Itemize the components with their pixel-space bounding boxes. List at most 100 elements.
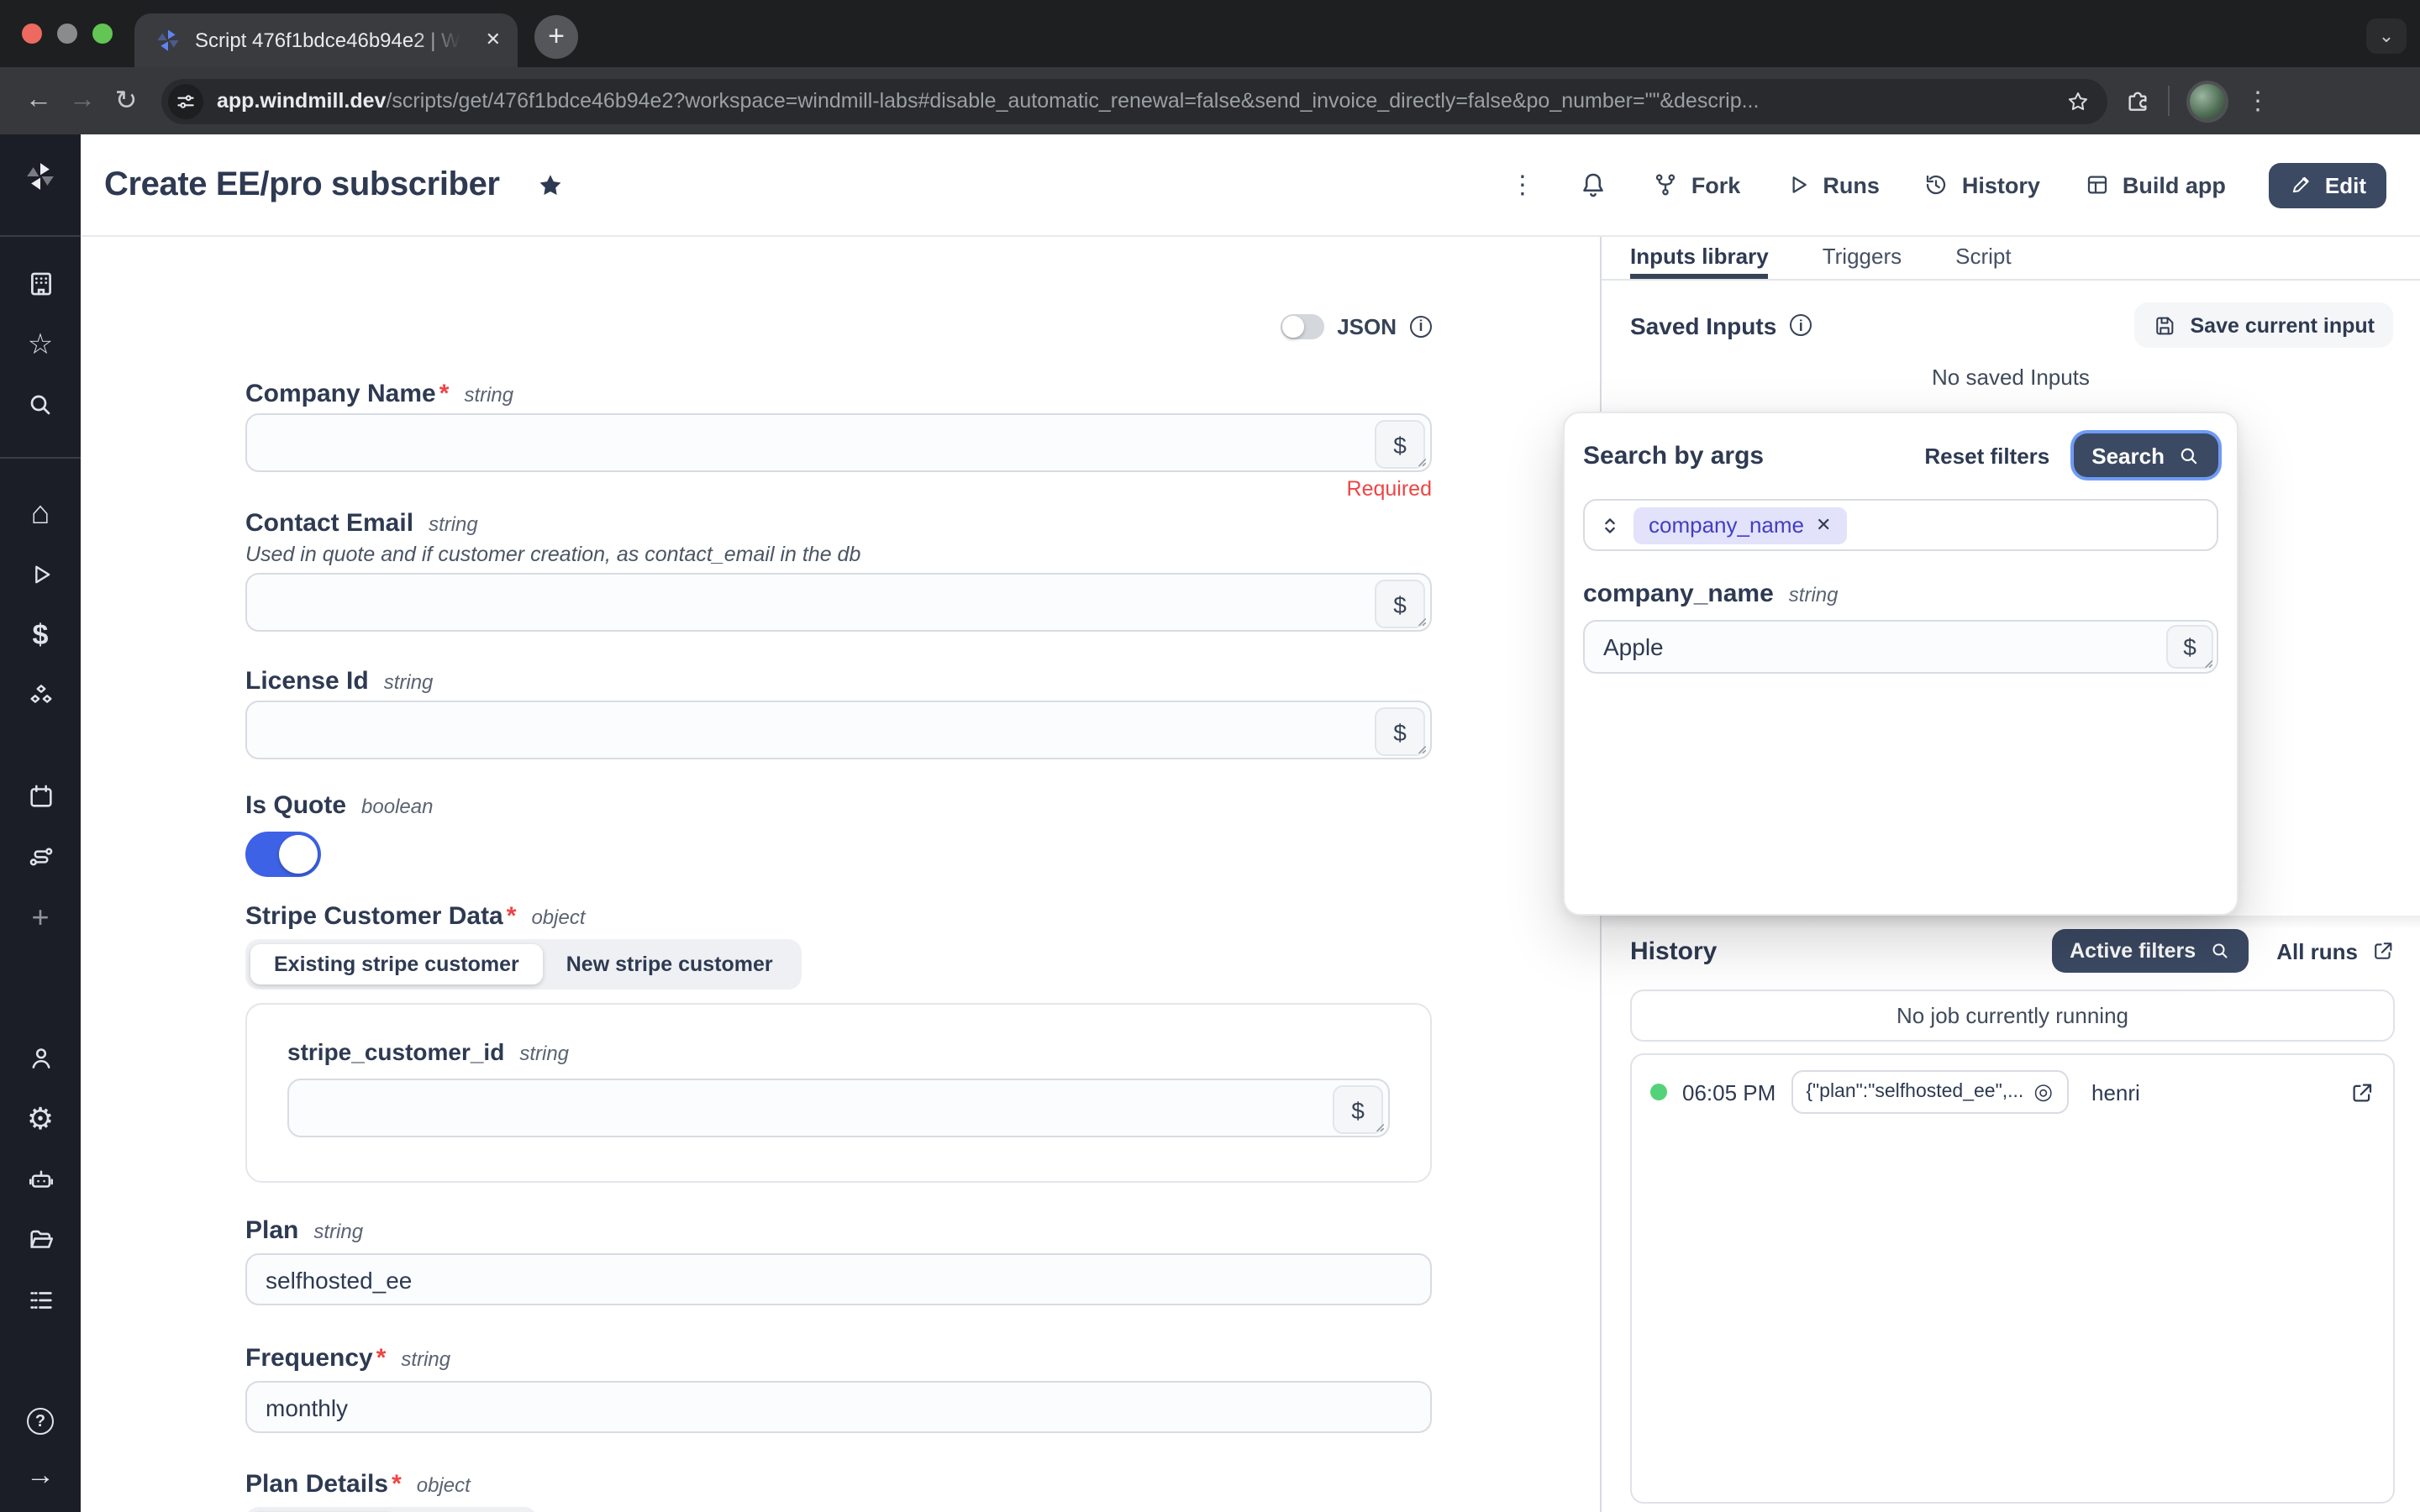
- windmill-logo-icon[interactable]: [0, 160, 81, 193]
- tab-script[interactable]: Script: [1955, 237, 2011, 279]
- open-run-external-icon[interactable]: [2349, 1079, 2375, 1105]
- json-toggle[interactable]: [1280, 313, 1323, 339]
- script-header: Create EE/pro subscriber ⋮ Fork Runs His…: [81, 134, 2420, 237]
- sidebar-item-create-plus-icon[interactable]: +: [0, 902, 81, 932]
- sidebar-item-user-icon[interactable]: [0, 1044, 81, 1073]
- sidebar-divider: [0, 457, 81, 459]
- favorite-star-icon[interactable]: [537, 171, 566, 199]
- license-id-input[interactable]: [247, 702, 1430, 758]
- sidebar-item-settings-gear-icon[interactable]: ⚙: [0, 1104, 81, 1134]
- fullscreen-window-button[interactable]: [92, 24, 113, 44]
- field-label: Frequency: [245, 1344, 373, 1373]
- sidebar-item-billing-dollar-icon[interactable]: $: [0, 621, 81, 649]
- tab-triggers[interactable]: Triggers: [1823, 237, 1902, 279]
- filter-chip-company-name[interactable]: company_name ✕: [1634, 507, 1846, 543]
- history-button[interactable]: History: [1923, 171, 2040, 198]
- sidebar-collapse-arrow-icon[interactable]: →: [0, 1461, 81, 1489]
- field-label-row: Company Name* string: [245, 380, 1432, 413]
- address-bar[interactable]: app.windmill.dev/scripts/get/476f1bdce46…: [161, 78, 2107, 123]
- args-filter-combobox[interactable]: company_name ✕: [1583, 499, 2218, 551]
- run-args-preview[interactable]: {"plan":"selfhosted_ee",... ◎: [1791, 1070, 2068, 1114]
- save-current-input-button[interactable]: Save current input: [2135, 302, 2394, 348]
- sidebar-item-runs-play-icon[interactable]: [0, 560, 81, 589]
- sidebar-item-resources-cubes-icon[interactable]: [0, 681, 81, 710]
- forward-button[interactable]: →: [60, 86, 104, 116]
- more-options-icon[interactable]: ⋮: [1510, 170, 1535, 200]
- browser-tab[interactable]: Script 476f1bdce46b94e2 | W ✕: [134, 13, 518, 67]
- history-section: History Active filters All runs No job c…: [1602, 916, 2420, 1512]
- build-app-button[interactable]: Build app: [2084, 171, 2226, 198]
- field-label-row: Is Quote boolean: [245, 791, 1432, 825]
- info-icon[interactable]: i: [1790, 314, 1812, 336]
- sidebar-item-workspace-icon[interactable]: [0, 270, 81, 298]
- license-id-input-wrap: $: [245, 701, 1432, 759]
- run-row[interactable]: 06:05 PM {"plan":"selfhosted_ee",... ◎ h…: [1650, 1070, 2375, 1114]
- url-text[interactable]: app.windmill.dev/scripts/get/476f1bdce46…: [217, 89, 2052, 113]
- sidebar-item-home-icon[interactable]: ⌂: [0, 498, 81, 530]
- url-host: app.windmill.dev: [217, 89, 386, 113]
- new-tab-button[interactable]: +: [534, 15, 578, 59]
- external-link-icon: [2371, 939, 2395, 963]
- company-name-input[interactable]: [247, 415, 1430, 470]
- plan-input[interactable]: [247, 1255, 1430, 1304]
- back-button[interactable]: ←: [17, 86, 60, 116]
- field-type: string: [429, 512, 478, 536]
- tab-new-stripe-customer[interactable]: New stripe customer: [543, 944, 797, 984]
- view-args-eye-icon[interactable]: ◎: [2033, 1079, 2053, 1105]
- sidebar-item-search-icon[interactable]: [0, 391, 81, 418]
- no-saved-inputs-text: No saved Inputs: [1602, 365, 2420, 390]
- field-type: string: [519, 1042, 569, 1065]
- active-filters-button[interactable]: Active filters: [2051, 929, 2248, 973]
- required-marker: *: [392, 1470, 402, 1499]
- stripe-customer-id-input[interactable]: [289, 1080, 1388, 1136]
- frequency-input-wrap: [245, 1381, 1432, 1433]
- site-settings-icon[interactable]: [168, 83, 203, 118]
- notifications-bell-icon[interactable]: [1579, 170, 1609, 200]
- field-type: string: [1789, 583, 1839, 606]
- sidebar-item-folders-icon[interactable]: [0, 1226, 81, 1254]
- sidebar-item-flows-route-icon[interactable]: [0, 843, 81, 871]
- resize-handle-icon[interactable]: [1410, 738, 1428, 756]
- frequency-input[interactable]: [247, 1383, 1430, 1431]
- info-icon[interactable]: i: [1410, 315, 1432, 337]
- bookmark-star-icon[interactable]: [2065, 88, 2091, 113]
- all-runs-link[interactable]: All runs: [2276, 938, 2395, 963]
- field-label-row: Frequency* string: [245, 1344, 1432, 1378]
- browser-window: Script 476f1bdce46b94e2 | W ✕ + ⌄ ← → ↻ …: [0, 0, 2420, 1512]
- search-button[interactable]: Search: [2073, 433, 2218, 477]
- field-label: stripe_customer_id: [287, 1038, 504, 1065]
- reload-button[interactable]: ↻: [104, 84, 148, 118]
- resize-handle-icon[interactable]: [1368, 1116, 1386, 1134]
- field-type: string: [401, 1347, 450, 1371]
- sidebar-item-logs-list-icon[interactable]: [0, 1286, 81, 1315]
- profile-avatar[interactable]: [2186, 80, 2228, 122]
- browser-actions: ⋮: [2124, 80, 2291, 122]
- chip-close-icon[interactable]: ✕: [1816, 514, 1831, 536]
- resize-handle-icon[interactable]: [1410, 450, 1428, 469]
- json-toggle-label: JSON: [1337, 313, 1397, 339]
- field-error: Required: [245, 472, 1432, 501]
- sidebar-item-schedules-calendar-icon[interactable]: [0, 782, 81, 811]
- resize-handle-icon[interactable]: [1410, 610, 1428, 628]
- is-quote-toggle[interactable]: [245, 832, 321, 877]
- runs-button[interactable]: Runs: [1784, 171, 1880, 198]
- tab-existing-stripe-customer[interactable]: Existing stripe customer: [250, 944, 543, 984]
- fork-button[interactable]: Fork: [1653, 171, 1741, 198]
- extensions-icon[interactable]: [2124, 87, 2151, 114]
- tab-inputs-library[interactable]: Inputs library: [1630, 237, 1769, 279]
- close-window-button[interactable]: [22, 24, 42, 44]
- sidebar-item-help-icon[interactable]: ?: [0, 1408, 81, 1435]
- contact-email-input[interactable]: [247, 575, 1430, 630]
- reset-filters-button[interactable]: Reset filters: [1924, 443, 2049, 468]
- edit-button[interactable]: Edit: [2270, 162, 2386, 207]
- tab-search-chevron-icon[interactable]: ⌄: [2366, 18, 2407, 54]
- sidebar-item-workers-robot-icon[interactable]: [0, 1165, 81, 1194]
- tab-close-icon[interactable]: ✕: [482, 28, 504, 53]
- resize-handle-icon[interactable]: [2196, 652, 2215, 670]
- sidebar-item-favorites-star-icon[interactable]: ☆: [0, 330, 81, 359]
- minimize-window-button[interactable]: [57, 24, 77, 44]
- run-time: 06:05 PM: [1682, 1079, 1776, 1105]
- company-name-filter-input[interactable]: [1585, 622, 2217, 672]
- browser-menu-icon[interactable]: ⋮: [2245, 86, 2270, 116]
- field-label: Plan: [245, 1216, 298, 1245]
